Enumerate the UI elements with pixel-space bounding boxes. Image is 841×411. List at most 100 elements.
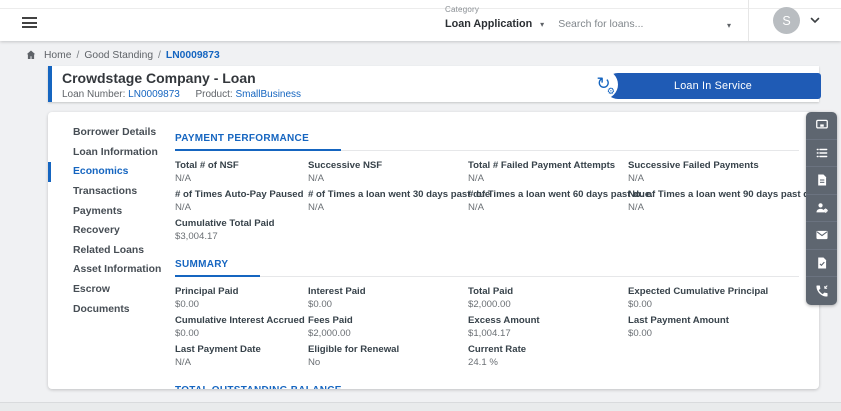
field-fees-paid: Fees Paid $2,000.00 — [308, 315, 468, 339]
field-label: Successive Failed Payments — [628, 160, 759, 171]
field-value: N/A — [468, 202, 484, 213]
field-last-payment-amount: Last Payment Amount $0.00 — [628, 315, 799, 339]
sidebar-item-escrow[interactable]: Escrow — [48, 280, 175, 300]
field-value: $2,000.00 — [468, 299, 511, 310]
field-total-failed-payment-attempts: Total # Failed Payment Attempts N/A — [468, 160, 628, 184]
field-cumulative-interest-accrued: Cumulative Interest Accrued $0.00 — [175, 315, 308, 339]
field-value: $0.00 — [308, 299, 333, 310]
field-cumulative-total-paid: Cumulative Total Paid $3,004.17 — [175, 218, 308, 242]
section-title: SUMMARY — [175, 259, 261, 277]
breadcrumb-item-good-standing[interactable]: Good Standing — [84, 50, 153, 61]
breadcrumb-separator: / — [158, 49, 161, 61]
sidebar-item-transactions[interactable]: Transactions — [48, 182, 175, 202]
call-icon[interactable] — [806, 277, 837, 305]
search-input[interactable] — [558, 18, 739, 30]
sidebar-item-recovery[interactable]: Recovery — [48, 221, 175, 241]
field-label: # of Times Auto-Pay Paused — [175, 189, 304, 200]
field-current-rate: Current Rate 24.1 % — [468, 344, 628, 368]
field-label: Total # Failed Payment Attempts — [468, 160, 616, 171]
field-total-of-nsf: Total # of NSF N/A — [175, 160, 308, 184]
sync-settings-icon[interactable]: ↻ ⚙ — [589, 70, 618, 99]
field-value: N/A — [175, 173, 191, 184]
sidebar-item-payments[interactable]: Payments — [48, 201, 175, 221]
field-no-of-times-a-loan-went-90-days-past-due: No. of Times a loan went 90 days past du… — [628, 189, 819, 213]
breadcrumb-item-home[interactable]: Home — [44, 50, 71, 61]
section-header: SUMMARY — [175, 254, 799, 277]
document-check-icon[interactable] — [806, 250, 837, 277]
field-value: N/A — [628, 173, 644, 184]
menu-icon[interactable] — [22, 17, 37, 29]
category-select[interactable]: Loan Application — [445, 18, 532, 30]
bottom-strip — [0, 402, 841, 411]
field-label: No. of Times a loan went 90 days past du… — [628, 189, 819, 200]
field-value: $3,004.17 — [175, 231, 218, 242]
field-label: Interest Paid — [308, 286, 366, 297]
screen-share-icon[interactable] — [806, 112, 837, 140]
field-value: N/A — [308, 202, 324, 213]
field-of-times-auto-pay-paused: # of Times Auto-Pay Paused N/A — [175, 189, 308, 213]
section-nav: Borrower Details Loan Information Economic… — [48, 112, 175, 389]
sidebar-item-economics[interactable]: Economics — [48, 162, 175, 182]
field-label: Last Payment Date — [175, 344, 261, 355]
section-header: PAYMENT PERFORMANCE — [175, 128, 799, 151]
field-total-paid: Total Paid $2,000.00 — [468, 286, 628, 310]
economics-content: PAYMENT PERFORMANCE Total # of NSF N/A Succ… — [175, 112, 819, 389]
home-icon[interactable] — [25, 49, 37, 61]
field-value: $0.00 — [175, 328, 200, 339]
section-header: TOTAL OUTSTANDING BALANCE — [175, 380, 799, 389]
field-value: No — [308, 357, 321, 368]
field-label: Cumulative Total Paid — [175, 218, 275, 229]
mail-icon[interactable] — [806, 222, 837, 250]
breadcrumb-item-ln0009873: LN0009873 — [165, 49, 220, 61]
field-of-times-a-loan-went-60-days-past-due: # of Times a loan went 60 days past due.… — [468, 189, 653, 213]
field-value: N/A — [468, 173, 484, 184]
field-principal-paid: Principal Paid $0.00 — [175, 286, 308, 310]
loan-number-link[interactable]: LN0009873 — [128, 89, 180, 100]
section-payment-performance: PAYMENT PERFORMANCE Total # of NSF N/A Succ… — [175, 128, 819, 242]
field-value: N/A — [308, 173, 324, 184]
document-icon[interactable] — [806, 167, 837, 195]
field-of-times-a-loan-went-30-days-past-due: # of Times a loan went 30 days past due N… — [308, 189, 490, 213]
field-grid: Total # of NSF N/A Successive NSF N/A Total … — [175, 160, 819, 242]
product-link[interactable]: SmallBusiness — [235, 89, 301, 100]
user-menu[interactable]: S — [773, 7, 820, 34]
section-title: PAYMENT PERFORMANCE — [175, 133, 342, 151]
category-caret-icon[interactable]: ▾ — [540, 20, 544, 29]
field-label: Principal Paid — [175, 286, 239, 297]
sidebar-item-loan-information[interactable]: Loan Information — [48, 143, 175, 163]
field-value: $0.00 — [628, 328, 653, 339]
sidebar-item-asset-information[interactable]: Asset Information — [48, 260, 175, 280]
sidebar-item-borrower-details[interactable]: Borrower Details — [48, 123, 175, 143]
avatar-initial: S — [782, 13, 791, 28]
field-last-payment-date: Last Payment Date N/A — [175, 344, 308, 368]
sidebar-item-documents[interactable]: Documents — [48, 299, 175, 319]
user-settings-icon[interactable] — [806, 195, 837, 222]
sidebar-item-related-loans[interactable]: Related Loans — [48, 241, 175, 261]
list-icon[interactable] — [806, 140, 837, 167]
category-label: Category — [445, 5, 480, 14]
field-label: Eligible for Renewal — [308, 344, 400, 355]
loan-detail-card: Borrower Details Loan Information Economic… — [48, 112, 819, 389]
field-label: Successive NSF — [308, 160, 383, 171]
loan-header-card: Crowdstage Company - Loan Loan Number: L… — [48, 66, 821, 102]
field-label: Expected Cumulative Principal — [628, 286, 769, 297]
field-value: $0.00 — [175, 299, 200, 310]
field-interest-paid: Interest Paid $0.00 — [308, 286, 468, 310]
breadcrumb: Home / Good Standing / LN0009873 — [25, 47, 220, 63]
loan-search: Category Loan Application ▾ — [445, 5, 745, 39]
breadcrumb-separator: / — [76, 49, 80, 61]
field-excess-amount: Excess Amount $1,004.17 — [468, 315, 628, 339]
field-grid: Principal Paid $0.00 Interest Paid $0.00 Tot… — [175, 286, 799, 368]
field-label: # of Times a loan went 60 days past due. — [468, 189, 653, 200]
topbar-divider — [748, 0, 749, 41]
field-value: N/A — [175, 357, 191, 368]
field-value: $2,000.00 — [308, 328, 351, 339]
field-label: Total Paid — [468, 286, 514, 297]
field-eligible-for-renewal: Eligible for Renewal No — [308, 344, 468, 368]
field-label: Excess Amount — [468, 315, 540, 326]
field-label: Fees Paid — [308, 315, 353, 326]
search-dropdown-icon[interactable]: ▾ — [727, 21, 731, 30]
section-summary: SUMMARY Principal Paid $0.00 Interest Paid $… — [175, 254, 799, 368]
field-value: 24.1 % — [468, 357, 498, 368]
field-successive-failed-payments: Successive Failed Payments N/A — [628, 160, 819, 184]
